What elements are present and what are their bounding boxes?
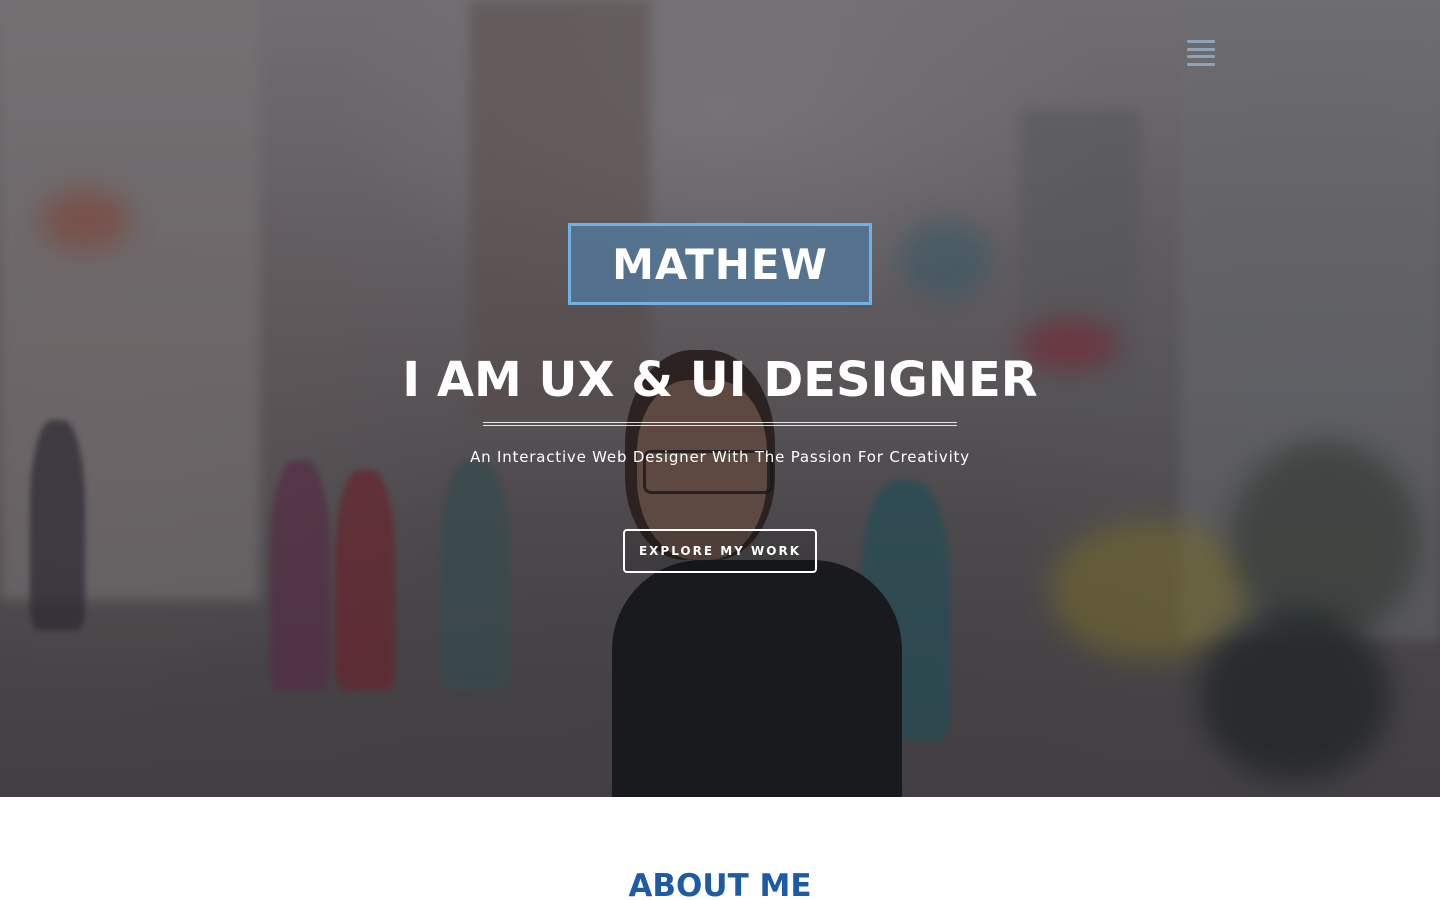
divider-bottom xyxy=(483,425,957,426)
hero-section: MATHEW I AM UX & UI DESIGNER An Interact… xyxy=(0,0,1440,797)
divider-top xyxy=(483,422,957,423)
about-heading: ABOUT ME xyxy=(628,868,812,900)
hero-headline: I AM UX & UI DESIGNER xyxy=(402,352,1038,408)
name-badge: MATHEW xyxy=(568,223,872,305)
hero-tagline: An Interactive Web Designer With The Pas… xyxy=(470,448,970,466)
name-text: MATHEW xyxy=(612,239,828,289)
explore-work-button[interactable]: EXPLORE MY WORK xyxy=(623,529,817,573)
hamburger-menu-icon[interactable] xyxy=(1184,38,1218,68)
